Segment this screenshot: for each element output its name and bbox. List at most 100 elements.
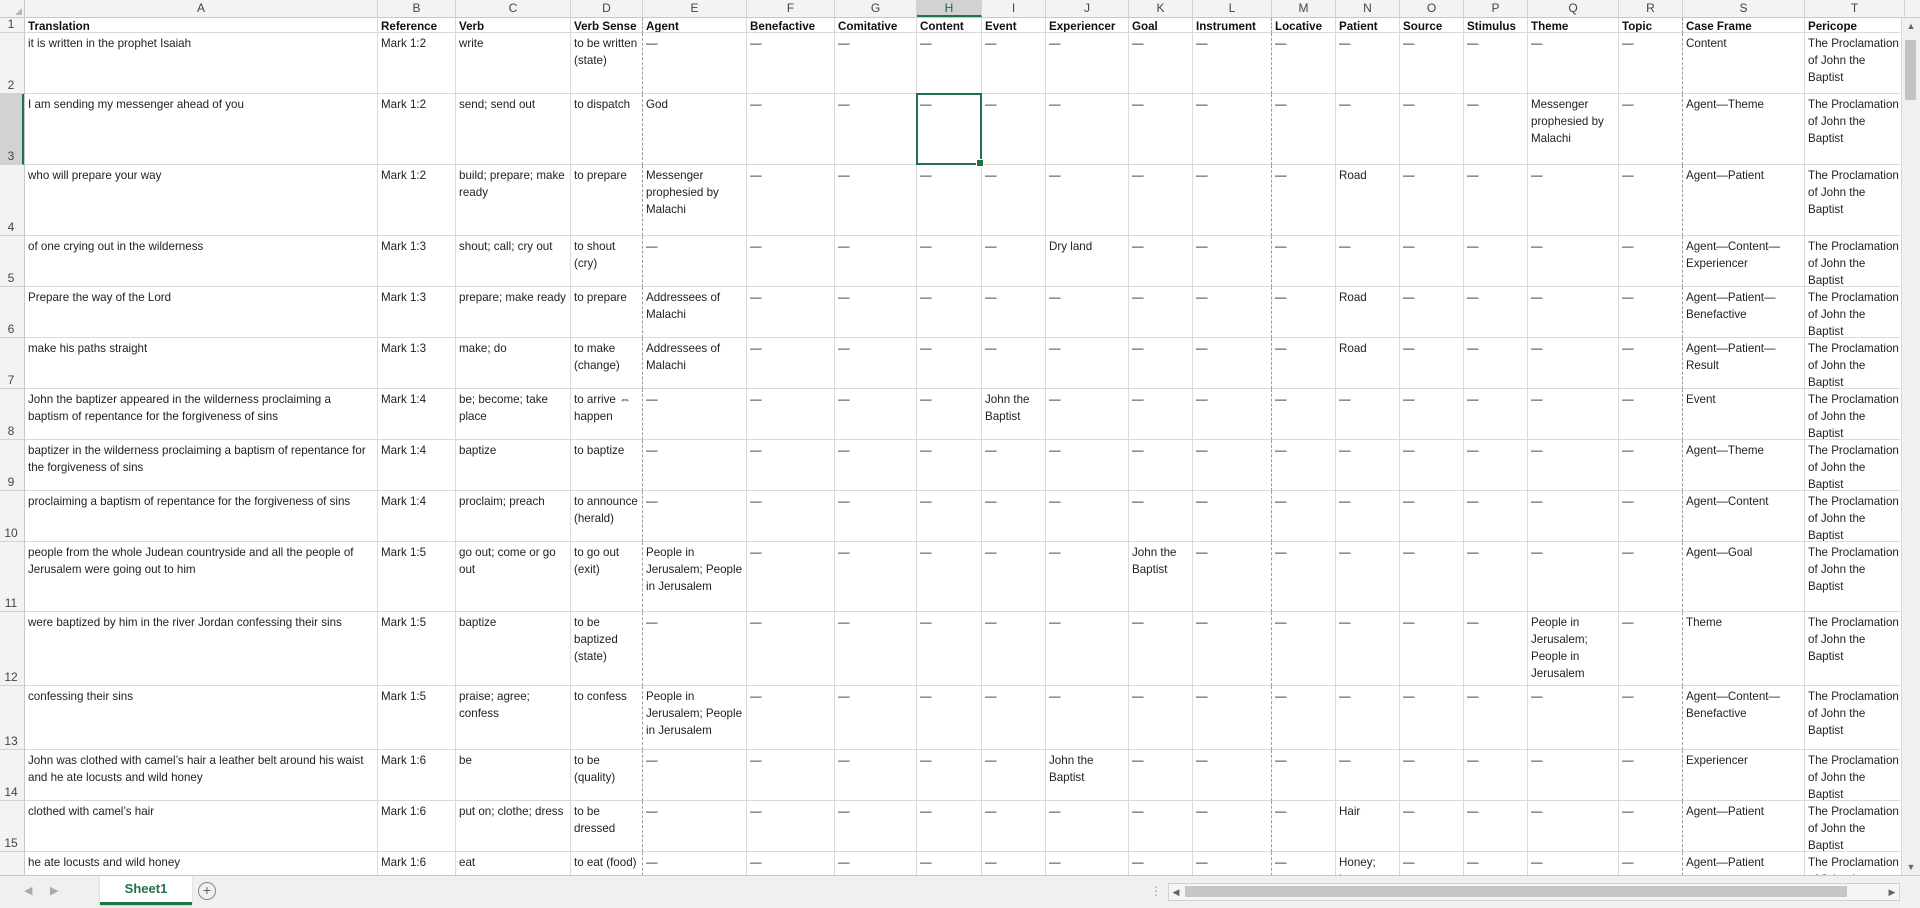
cell-g13[interactable]: — — [835, 686, 917, 750]
cell-o13[interactable]: — — [1400, 686, 1464, 750]
cell-t15[interactable]: The Proclamation of John the Baptist — [1805, 801, 1900, 852]
cell-i7[interactable]: — — [982, 338, 1046, 389]
cell-b2[interactable]: Mark 1:2 — [378, 33, 456, 94]
cell-c7[interactable]: make; do — [456, 338, 571, 389]
cell-k4[interactable]: — — [1129, 165, 1193, 236]
cell-e4[interactable]: Messenger prophesied by Malachi — [643, 165, 747, 236]
next-sheet-icon[interactable]: ▶ — [50, 884, 58, 897]
cell-i4[interactable]: — — [982, 165, 1046, 236]
cell-l12[interactable]: — — [1193, 612, 1272, 686]
cell-c15[interactable]: put on; clothe; dress — [456, 801, 571, 852]
cell-g2[interactable]: — — [835, 33, 917, 94]
cell-f6[interactable]: — — [747, 287, 835, 338]
cell-f7[interactable]: — — [747, 338, 835, 389]
cell-k13[interactable]: — — [1129, 686, 1193, 750]
cell-s8[interactable]: Event — [1683, 389, 1805, 440]
header-cell-r[interactable]: Topic — [1619, 18, 1683, 33]
row-header-13[interactable]: 13 — [0, 686, 24, 750]
cell-h11[interactable]: — — [917, 542, 982, 612]
cell-m4[interactable]: — — [1272, 165, 1336, 236]
cell-f12[interactable]: — — [747, 612, 835, 686]
cell-q9[interactable]: — — [1528, 440, 1619, 491]
cell-g10[interactable]: — — [835, 491, 917, 542]
select-all-corner[interactable] — [0, 0, 25, 17]
header-cell-h[interactable]: Content — [917, 18, 982, 33]
row-header-5[interactable]: 5 — [0, 236, 24, 287]
cell-c5[interactable]: shout; call; cry out — [456, 236, 571, 287]
cell-i8[interactable]: John the Baptist — [982, 389, 1046, 440]
header-cell-g[interactable]: Comitative — [835, 18, 917, 33]
cell-p9[interactable]: — — [1464, 440, 1528, 491]
cell-j7[interactable]: — — [1046, 338, 1129, 389]
cell-e10[interactable]: — — [643, 491, 747, 542]
cell-i10[interactable]: — — [982, 491, 1046, 542]
cell-i2[interactable]: — — [982, 33, 1046, 94]
cell-p3[interactable]: — — [1464, 94, 1528, 165]
row-header-2[interactable]: 2 — [0, 33, 24, 94]
cell-j16[interactable]: — — [1046, 852, 1129, 875]
cell-a7[interactable]: make his paths straight — [25, 338, 378, 389]
cell-o3[interactable]: — — [1400, 94, 1464, 165]
cell-c14[interactable]: be — [456, 750, 571, 801]
cell-p10[interactable]: — — [1464, 491, 1528, 542]
header-cell-p[interactable]: Stimulus — [1464, 18, 1528, 33]
cell-e6[interactable]: Addressees of Malachi — [643, 287, 747, 338]
column-header-i[interactable]: I — [982, 0, 1046, 17]
column-header-f[interactable]: F — [747, 0, 835, 17]
cell-l10[interactable]: — — [1193, 491, 1272, 542]
cell-j15[interactable]: — — [1046, 801, 1129, 852]
cell-l16[interactable]: — — [1193, 852, 1272, 875]
column-header-j[interactable]: J — [1046, 0, 1129, 17]
cell-h6[interactable]: — — [917, 287, 982, 338]
cell-o12[interactable]: — — [1400, 612, 1464, 686]
cell-b12[interactable]: Mark 1:5 — [378, 612, 456, 686]
cell-a6[interactable]: Prepare the way of the Lord — [25, 287, 378, 338]
cell-t11[interactable]: The Proclamation of John the Baptist — [1805, 542, 1900, 612]
cell-m13[interactable]: — — [1272, 686, 1336, 750]
header-cell-e[interactable]: Agent — [643, 18, 747, 33]
cell-q11[interactable]: — — [1528, 542, 1619, 612]
cell-i16[interactable]: — — [982, 852, 1046, 875]
cell-t5[interactable]: The Proclamation of John the Baptist — [1805, 236, 1900, 287]
cell-q5[interactable]: — — [1528, 236, 1619, 287]
cell-d15[interactable]: to be dressed — [571, 801, 643, 852]
cell-m10[interactable]: — — [1272, 491, 1336, 542]
cell-p2[interactable]: — — [1464, 33, 1528, 94]
cell-b15[interactable]: Mark 1:6 — [378, 801, 456, 852]
cell-l5[interactable]: — — [1193, 236, 1272, 287]
cell-f3[interactable]: — — [747, 94, 835, 165]
cell-s2[interactable]: Content — [1683, 33, 1805, 94]
cell-q10[interactable]: — — [1528, 491, 1619, 542]
cell-b4[interactable]: Mark 1:2 — [378, 165, 456, 236]
cell-l15[interactable]: — — [1193, 801, 1272, 852]
cell-b8[interactable]: Mark 1:4 — [378, 389, 456, 440]
header-cell-b[interactable]: Reference — [378, 18, 456, 33]
cell-a2[interactable]: it is written in the prophet Isaiah — [25, 33, 378, 94]
cell-h16[interactable]: — — [917, 852, 982, 875]
cell-q14[interactable]: — — [1528, 750, 1619, 801]
header-cell-q[interactable]: Theme — [1528, 18, 1619, 33]
cell-k11[interactable]: John the Baptist — [1129, 542, 1193, 612]
cell-t9[interactable]: The Proclamation of John the Baptist — [1805, 440, 1900, 491]
cell-j5[interactable]: Dry land — [1046, 236, 1129, 287]
cell-k6[interactable]: — — [1129, 287, 1193, 338]
cell-d6[interactable]: to prepare — [571, 287, 643, 338]
row-header-16[interactable]: 16 — [0, 852, 24, 875]
cell-p6[interactable]: — — [1464, 287, 1528, 338]
cell-k8[interactable]: — — [1129, 389, 1193, 440]
cell-m8[interactable]: — — [1272, 389, 1336, 440]
cell-b6[interactable]: Mark 1:3 — [378, 287, 456, 338]
row-header-11[interactable]: 11 — [0, 542, 24, 612]
cell-f8[interactable]: — — [747, 389, 835, 440]
cell-r14[interactable]: — — [1619, 750, 1683, 801]
row-header-1[interactable]: 1 — [0, 18, 24, 33]
cell-g11[interactable]: — — [835, 542, 917, 612]
cell-n7[interactable]: Road — [1336, 338, 1400, 389]
cell-b16[interactable]: Mark 1:6 — [378, 852, 456, 875]
cell-h12[interactable]: — — [917, 612, 982, 686]
cell-p7[interactable]: — — [1464, 338, 1528, 389]
cell-a8[interactable]: John the baptizer appeared in the wilder… — [25, 389, 378, 440]
cell-g12[interactable]: — — [835, 612, 917, 686]
cell-n13[interactable]: — — [1336, 686, 1400, 750]
cell-p13[interactable]: — — [1464, 686, 1528, 750]
